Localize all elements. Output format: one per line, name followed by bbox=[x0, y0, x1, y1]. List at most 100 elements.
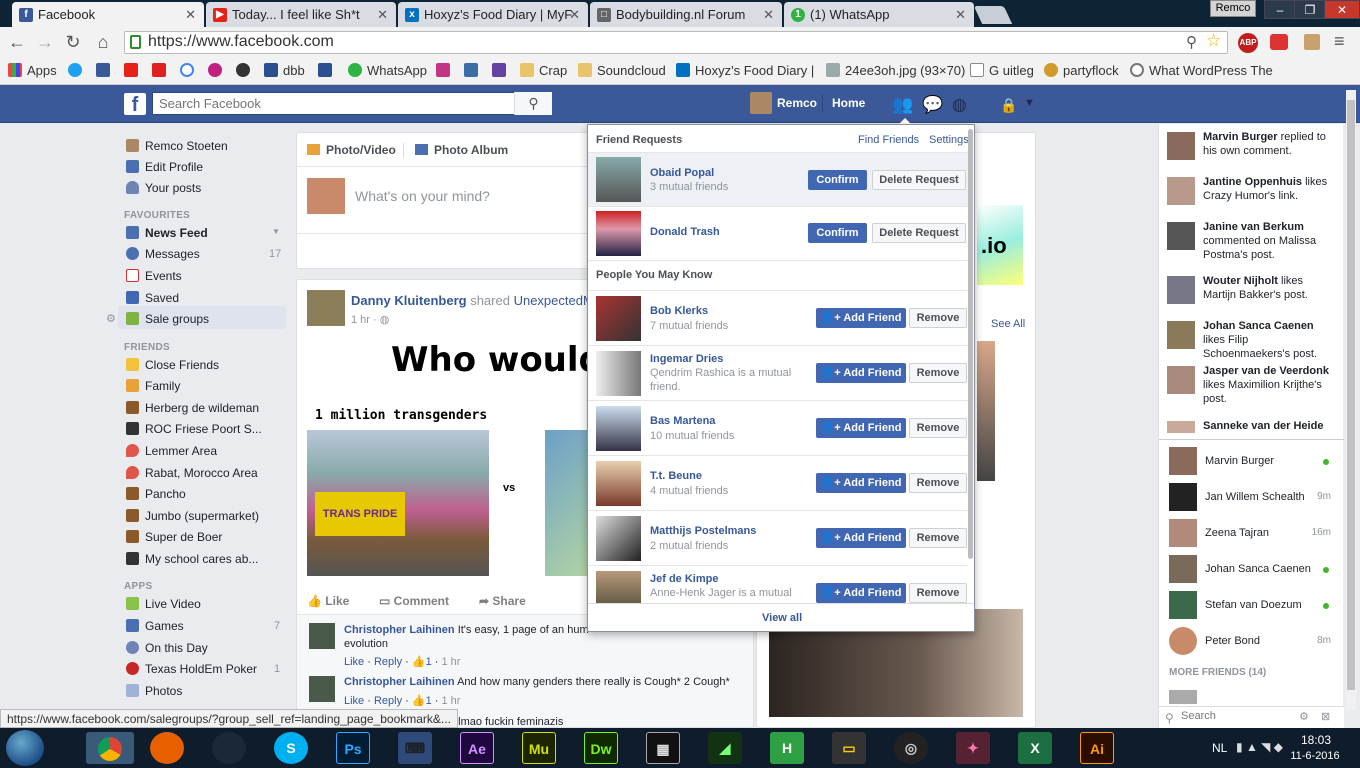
taskbar-app[interactable]: ✦ bbox=[956, 732, 990, 764]
twitch-icon[interactable] bbox=[492, 63, 506, 77]
avatar[interactable] bbox=[309, 676, 335, 702]
bookmark-icon[interactable] bbox=[318, 63, 332, 77]
app-item[interactable]: On this Day bbox=[126, 641, 208, 655]
add-friend-button[interactable]: 👤+ Add Friend bbox=[816, 363, 906, 383]
tab-whatsapp[interactable]: 1 (1) WhatsApp ✕ bbox=[784, 2, 974, 27]
settings-link[interactable]: Settings bbox=[929, 134, 969, 146]
news-feed-link[interactable]: News Feed bbox=[126, 226, 208, 240]
forward-arrow-icon[interactable]: → bbox=[34, 31, 56, 53]
avatar[interactable] bbox=[596, 296, 641, 341]
chat-search-input[interactable] bbox=[1181, 710, 1291, 722]
bookmark-icon[interactable] bbox=[152, 63, 166, 77]
like-button[interactable]: 👍 Like bbox=[307, 594, 349, 608]
add-friend-button[interactable]: 👤+ Add Friend bbox=[816, 528, 906, 548]
ticker-item[interactable]: Janine van Berkum commented on Malissa P… bbox=[1167, 220, 1337, 262]
add-friend-button[interactable]: 👤+ Add Friend bbox=[816, 473, 906, 493]
facebook-logo[interactable]: f bbox=[124, 93, 146, 116]
confirm-button[interactable]: Confirm bbox=[808, 170, 867, 190]
clock-date[interactable]: 11-6-2016 bbox=[1284, 750, 1346, 762]
language-indicator[interactable]: NL bbox=[1212, 741, 1227, 755]
close-tab-icon[interactable]: ✕ bbox=[377, 7, 388, 23]
ticker-item[interactable]: Sanneke van der Heide bbox=[1167, 419, 1337, 433]
notifications-icon[interactable]: ◍ bbox=[952, 95, 967, 115]
bookmark-apps[interactable]: Apps bbox=[8, 63, 57, 78]
edit-profile-link[interactable]: Edit Profile bbox=[126, 160, 203, 174]
taskbar-firefox[interactable] bbox=[150, 732, 184, 764]
bookmark-crap[interactable]: Crap bbox=[520, 63, 567, 78]
instagram-icon[interactable] bbox=[436, 63, 450, 77]
comment-button[interactable]: ▭ Comment bbox=[379, 594, 449, 608]
post-author[interactable]: Danny Kluitenberg bbox=[351, 293, 467, 308]
friend-list-item[interactable]: Jumbo (supermarket) bbox=[126, 509, 259, 523]
events-link[interactable]: Events bbox=[126, 269, 182, 283]
youtube-icon[interactable] bbox=[124, 63, 138, 77]
view-all-link[interactable]: View all bbox=[762, 612, 802, 624]
friend-list-item[interactable]: Close Friends bbox=[126, 358, 219, 372]
avatar[interactable] bbox=[307, 290, 345, 326]
avatar[interactable] bbox=[596, 406, 641, 451]
messages-link[interactable]: Messages bbox=[126, 247, 200, 261]
bookmark-food-diary[interactable]: Hoxyz's Food Diary | bbox=[676, 63, 814, 78]
menu-icon[interactable]: ≡ bbox=[1334, 31, 1345, 52]
friend-list-item[interactable]: Pancho bbox=[126, 487, 186, 501]
person-name[interactable]: Jef de Kimpe bbox=[650, 573, 718, 585]
start-button[interactable] bbox=[6, 730, 44, 766]
photo-album-button[interactable]: Photo Album bbox=[415, 143, 508, 157]
close-tab-icon[interactable]: ✕ bbox=[955, 7, 966, 23]
bookmark-soundcloud[interactable]: Soundcloud bbox=[578, 63, 666, 78]
taskbar-steam[interactable] bbox=[212, 732, 246, 764]
bookmark-icon[interactable] bbox=[236, 63, 250, 77]
friend-list-item[interactable]: Herberg de wildeman bbox=[126, 401, 259, 415]
sale-groups-link[interactable]: Sale groups bbox=[126, 312, 209, 326]
see-all-link[interactable]: See All bbox=[991, 318, 1025, 330]
taskbar-illustrator[interactable]: Ai bbox=[1080, 732, 1114, 764]
saved-link[interactable]: Saved bbox=[126, 291, 179, 305]
friend-requests-icon[interactable]: 👥 bbox=[892, 95, 913, 115]
game-banner[interactable]: .io bbox=[977, 205, 1023, 285]
zoom-icon[interactable]: ⚲ bbox=[1186, 33, 1197, 51]
requester-name[interactable]: Donald Trash bbox=[650, 226, 720, 238]
tab-facebook[interactable]: f Facebook ✕ bbox=[12, 2, 204, 27]
app-item[interactable]: Live Video bbox=[126, 597, 201, 611]
taskbar-app[interactable]: ◢ bbox=[708, 732, 742, 764]
app-item[interactable]: Games bbox=[126, 619, 184, 633]
window-icon[interactable]: ⊠ bbox=[1321, 710, 1330, 723]
taskbar-skype[interactable]: S bbox=[274, 732, 308, 764]
remove-button[interactable]: Remove bbox=[909, 308, 967, 328]
photo-video-button[interactable]: Photo/Video bbox=[307, 143, 396, 157]
person-name[interactable]: Ingemar Dries bbox=[650, 353, 723, 365]
avatar[interactable] bbox=[1169, 690, 1197, 704]
back-arrow-icon[interactable]: ← bbox=[6, 31, 28, 53]
delete-request-button[interactable]: Delete Request bbox=[872, 223, 966, 243]
photo-thumbnail[interactable] bbox=[977, 341, 995, 481]
avatar[interactable] bbox=[596, 211, 641, 256]
taskbar-muse[interactable]: Mu bbox=[522, 732, 556, 764]
remove-button[interactable]: Remove bbox=[909, 528, 967, 548]
page-scrollbar[interactable] bbox=[1346, 90, 1356, 710]
profile-link[interactable]: Remco bbox=[777, 96, 817, 110]
requester-name[interactable]: Obaid Popal bbox=[650, 167, 714, 179]
taskbar-excel[interactable]: X bbox=[1018, 732, 1052, 764]
ticker-item[interactable]: Wouter Nijholt likes Martijn Bakker's po… bbox=[1167, 274, 1337, 304]
person-name[interactable]: Bob Klerks bbox=[650, 305, 708, 317]
friend-list-item[interactable]: Rabat, Morocco Area bbox=[126, 466, 258, 480]
tab-bodybuilding[interactable]: □ Bodybuilding.nl Forum ✕ bbox=[590, 2, 782, 27]
privacy-shortcuts-icon[interactable]: 🔒 bbox=[1000, 97, 1017, 114]
remove-button[interactable]: Remove bbox=[909, 583, 967, 603]
extension-icon[interactable] bbox=[1304, 34, 1320, 50]
ticker-item[interactable]: Johan Sanca Caenen likes Filip Schoenmae… bbox=[1167, 319, 1337, 361]
bookmark-partyflock[interactable]: partyflock bbox=[1044, 63, 1119, 78]
google-icon[interactable] bbox=[180, 63, 194, 77]
shared-page[interactable]: UnexpectedM bbox=[514, 293, 594, 308]
avatar[interactable] bbox=[309, 623, 335, 649]
add-friend-button[interactable]: 👤+ Add Friend bbox=[816, 583, 906, 603]
friend-list-item[interactable]: Super de Boer bbox=[126, 530, 222, 544]
avatar[interactable] bbox=[596, 571, 641, 603]
friend-list-item[interactable]: ROC Friese Poort S... bbox=[126, 422, 262, 436]
taskbar-hype[interactable]: H bbox=[770, 732, 804, 764]
tray-icons[interactable]: ▮ ▲ ◥ ◆ bbox=[1236, 740, 1283, 754]
avatar[interactable] bbox=[750, 92, 772, 114]
comment-like-count[interactable]: 👍1 bbox=[412, 656, 432, 668]
tab-myfitnesspal[interactable]: x Hoxyz's Food Diary | MyF ✕ bbox=[398, 2, 588, 27]
add-friend-button[interactable]: 👤+ Add Friend bbox=[816, 308, 906, 328]
